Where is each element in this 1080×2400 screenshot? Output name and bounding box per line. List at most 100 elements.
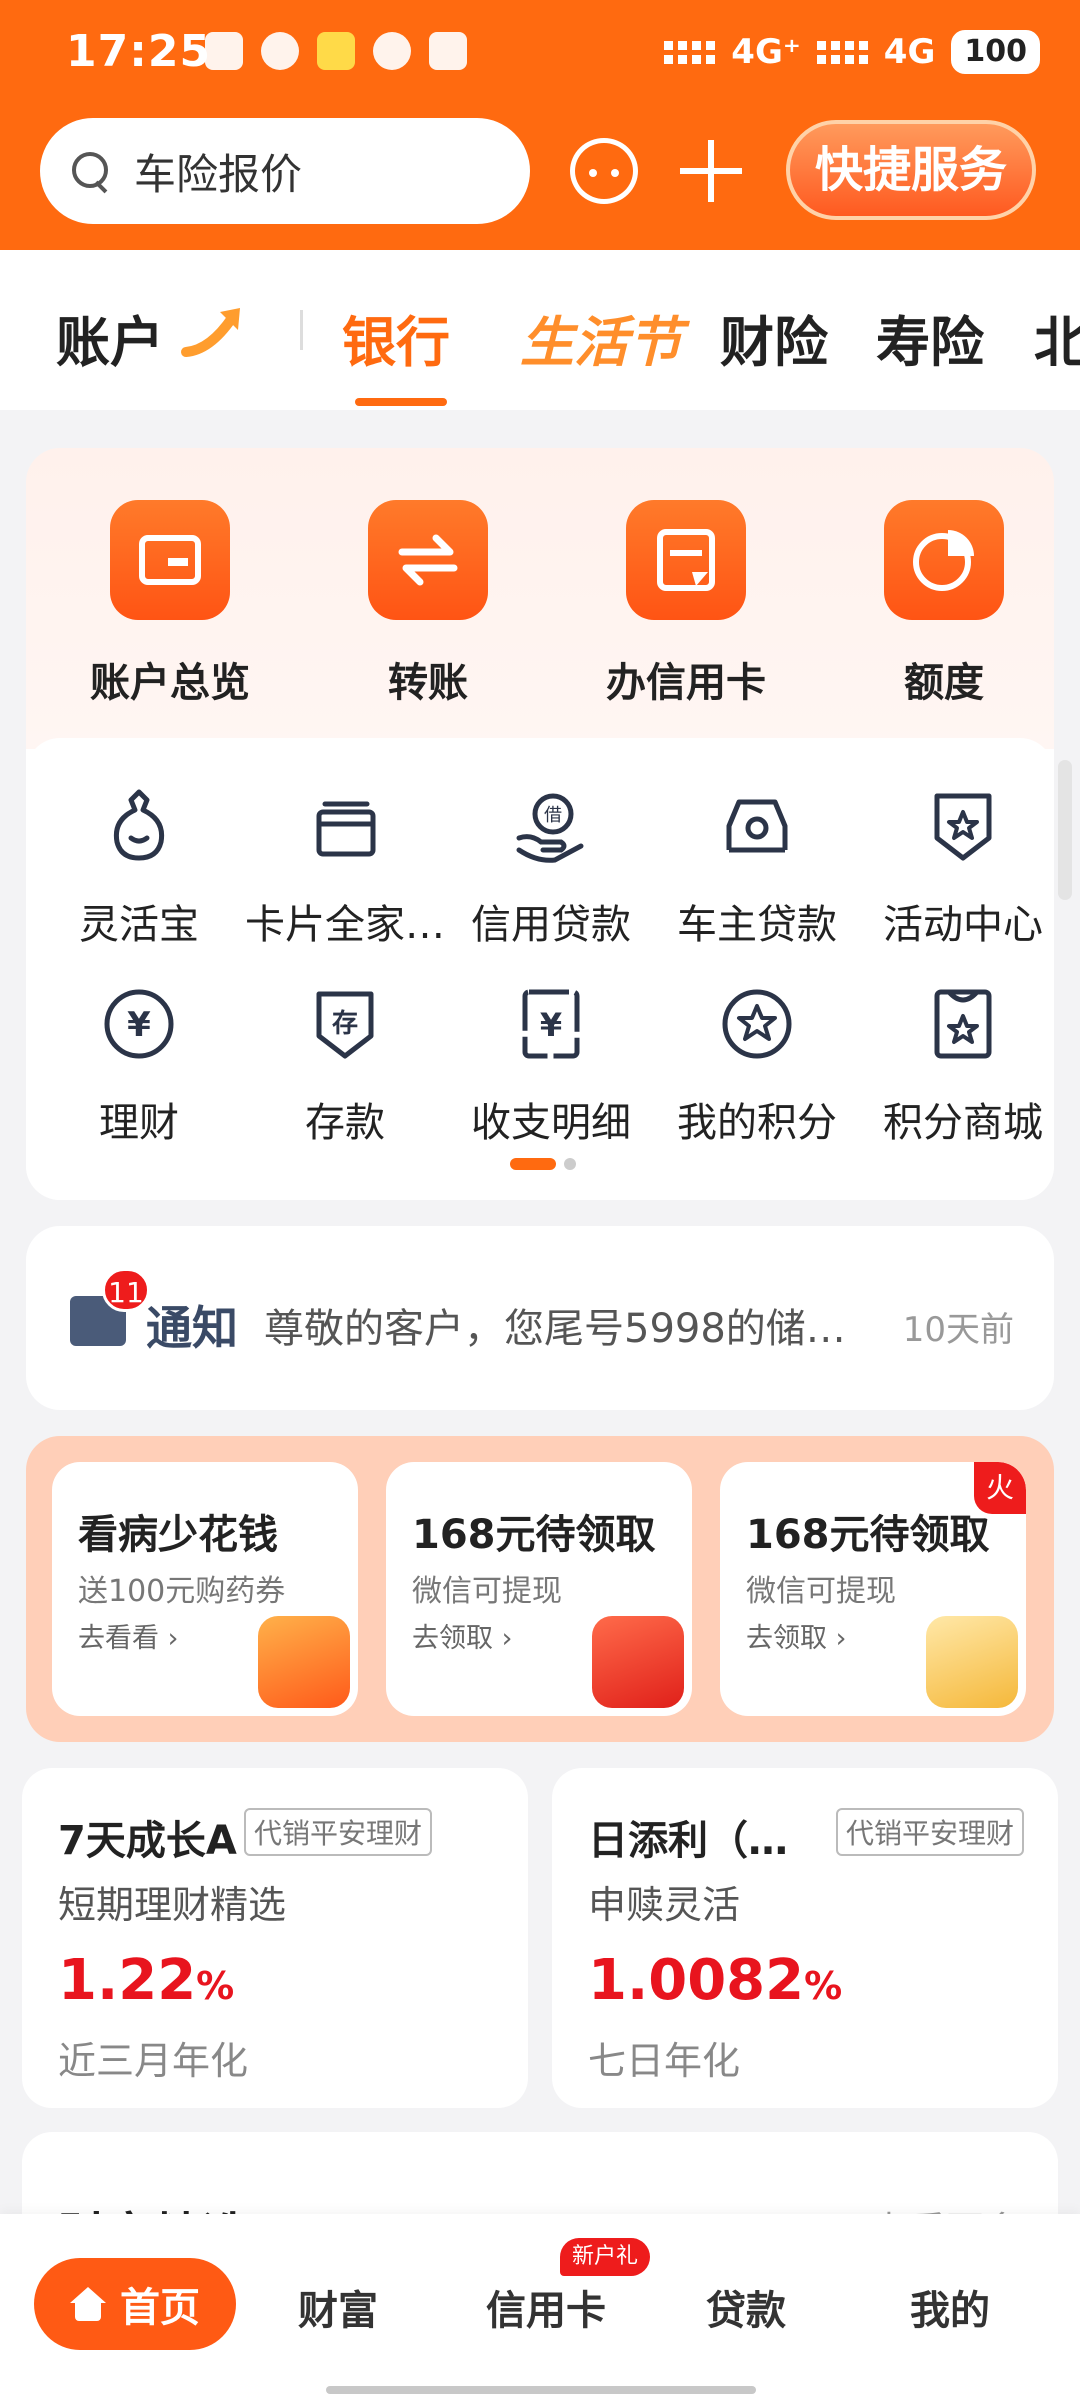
- promo-subtitle: 微信可提现: [412, 1574, 562, 1609]
- svg-text:¥: ¥: [540, 1006, 562, 1044]
- quick-action-account-overview[interactable]: 账户总览: [60, 500, 280, 708]
- notice-title: 通知: [146, 1301, 238, 1355]
- promo-panel: 看病少花钱 送100元购药券 去看看 › 168元待领取 微信可提现 去领取 ›…: [26, 1436, 1054, 1742]
- promo-link[interactable]: 去领取 ›: [412, 1616, 512, 1655]
- service-my-points[interactable]: 我的积分: [654, 984, 860, 1148]
- quick-action-label: 转账: [388, 660, 468, 706]
- service-label: 理财: [99, 1100, 179, 1146]
- service-card-family[interactable]: 卡片全家…: [242, 786, 448, 950]
- tab-divider: [300, 310, 303, 350]
- quick-action-credit-card[interactable]: 办信用卡: [576, 500, 796, 708]
- status-time: 17:25: [66, 26, 212, 77]
- promo-link[interactable]: 去领取 ›: [746, 1616, 846, 1655]
- message-icon[interactable]: [570, 138, 638, 204]
- tab-bank[interactable]: 银行: [342, 298, 450, 377]
- chat-bubble-icon: [373, 32, 411, 70]
- product-description: 短期理财精选: [58, 1883, 287, 1927]
- service-label: 活动中心: [883, 902, 1043, 948]
- tab-property-insurance[interactable]: 财险: [720, 298, 828, 377]
- nav-home[interactable]: 首页: [34, 2258, 236, 2350]
- service-linghuobao[interactable]: 灵活宝: [36, 786, 242, 950]
- red-envelope-icon: [592, 1616, 684, 1708]
- promo-title: 168元待领取: [746, 1512, 990, 1558]
- page-dot: [564, 1158, 576, 1170]
- product-card-daily[interactable]: 日添利（… 代销平安理财 申赎灵活 1.0082% 七日年化: [552, 1768, 1058, 2108]
- product-name: 日添利（…: [588, 1818, 788, 1864]
- nav-loan[interactable]: 贷款: [706, 2278, 786, 2336]
- service-activity-center[interactable]: 活动中心: [860, 786, 1054, 950]
- statement-icon: ¥: [522, 989, 580, 1059]
- promo-subtitle: 微信可提现: [746, 1574, 896, 1609]
- product-tag: 代销平安理财: [836, 1808, 1025, 1856]
- quick-action-label: 额度: [904, 660, 984, 706]
- quick-service-button[interactable]: 快捷服务: [786, 120, 1036, 220]
- status-right: 4G⁺ 4G 100: [664, 30, 1040, 74]
- home-indicator[interactable]: [326, 2386, 756, 2394]
- product-rate: 1.0082%: [588, 1948, 843, 2013]
- service-label: 信用贷款: [471, 902, 631, 948]
- signal-icon: [816, 40, 868, 64]
- notice-text: 尊敬的客户，您尾号5998的储…: [264, 1306, 846, 1352]
- service-deposit[interactable]: 存 存款: [242, 984, 448, 1148]
- search-placeholder: 车险报价: [134, 149, 303, 199]
- loan-hand-icon: 借: [516, 793, 584, 863]
- send-icon: [205, 32, 243, 70]
- notice-bar[interactable]: 11 通知 尊敬的客户，您尾号5998的储… 10天前: [26, 1226, 1054, 1410]
- yuan-circle-icon: ¥: [104, 989, 174, 1059]
- product-description: 申赎灵活: [588, 1883, 741, 1927]
- wallet-icon: [110, 500, 230, 620]
- nav-credit-card[interactable]: 信用卡: [486, 2278, 606, 2336]
- network-type: 4G⁺: [731, 32, 801, 72]
- app-header: 17:25 4G⁺ 4G 100 车险报价 快捷服务: [0, 0, 1080, 250]
- status-bar: 17:25 4G⁺ 4G 100: [0, 0, 1080, 110]
- page-dot-active: [510, 1158, 556, 1170]
- add-icon[interactable]: [678, 138, 744, 204]
- notification-icons: [205, 32, 467, 70]
- service-wealth-management[interactable]: ¥ 理财: [36, 984, 242, 1148]
- product-rate-label: 七日年化: [588, 2039, 741, 2083]
- nav-wealth[interactable]: 财富: [298, 2278, 378, 2336]
- service-label: 灵活宝: [79, 902, 199, 948]
- scrollbar[interactable]: [1058, 760, 1072, 900]
- hot-badge: 火: [974, 1462, 1026, 1514]
- promo-link[interactable]: 去看看 ›: [78, 1616, 178, 1655]
- notification-count-badge: 11: [102, 1268, 150, 1312]
- promo-title: 看病少花钱: [78, 1512, 278, 1558]
- product-rate-label: 近三月年化: [58, 2039, 249, 2083]
- product-tag: 代销平安理财: [244, 1808, 433, 1856]
- service-car-loan[interactable]: 车主贷款: [654, 786, 860, 950]
- service-points-mall[interactable]: 积分商城: [860, 984, 1054, 1148]
- search-input[interactable]: 车险报价: [40, 118, 530, 224]
- tab-life-insurance[interactable]: 寿险: [876, 298, 984, 377]
- nav-mine[interactable]: 我的: [910, 2278, 990, 2336]
- service-label: 我的积分: [677, 1100, 837, 1146]
- search-icon: [70, 150, 112, 192]
- promo-title: 168元待领取: [412, 1512, 656, 1558]
- service-statement[interactable]: ¥ 收支明细: [448, 984, 654, 1148]
- category-tabs: 账户 银行 生活节 财险 寿险 北: [0, 250, 1080, 410]
- bottom-navigation: 首页 财富 信用卡 新户礼 贷款 我的: [0, 2214, 1080, 2400]
- service-label: 收支明细: [471, 1100, 631, 1146]
- service-credit-loan[interactable]: 借 信用贷款: [448, 786, 654, 950]
- promo-card-reward-1[interactable]: 168元待领取 微信可提现 去领取 ›: [386, 1462, 692, 1716]
- hotspot-icon: [261, 32, 299, 70]
- pie-chart-icon: [884, 500, 1004, 620]
- service-grid: 灵活宝 卡片全家… 借 信用贷款 车主贷款 活动中心 ¥ 理财 存 存款 ¥ 收…: [26, 738, 1054, 1200]
- service-label: 车主贷款: [677, 902, 837, 948]
- svg-text:借: 借: [544, 805, 562, 826]
- product-card-7day[interactable]: 7天成长A 代销平安理财 短期理财精选 1.22% 近三月年化: [22, 1768, 528, 2108]
- app-notification-icon: [317, 32, 355, 70]
- deposit-icon: 存: [316, 991, 374, 1059]
- shield-coupon-icon: [258, 1616, 350, 1708]
- service-label: 卡片全家…: [245, 902, 445, 948]
- promo-card-medical[interactable]: 看病少花钱 送100元购药券 去看看 ›: [52, 1462, 358, 1716]
- battery-indicator: 100: [951, 30, 1040, 74]
- tab-account[interactable]: 账户: [56, 298, 164, 377]
- credit-card-apply-icon: [626, 500, 746, 620]
- tab-north[interactable]: 北: [1034, 298, 1080, 377]
- quick-action-transfer[interactable]: 转账: [318, 500, 538, 708]
- tab-life-festival[interactable]: 生活节: [520, 298, 682, 377]
- promo-card-reward-2[interactable]: 168元待领取 微信可提现 去领取 › 火: [720, 1462, 1026, 1716]
- growth-chart-icon: [926, 1616, 1018, 1708]
- quick-action-credit-limit[interactable]: 额度: [834, 500, 1054, 708]
